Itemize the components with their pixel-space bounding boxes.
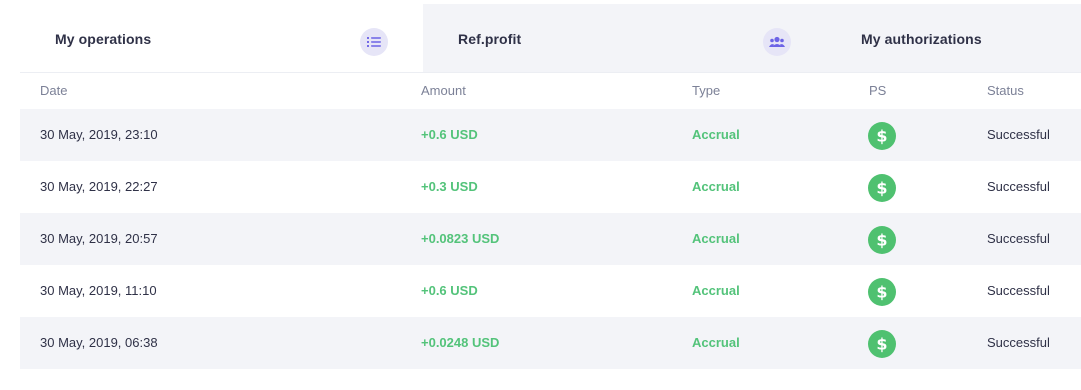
type-cell: Accrual <box>692 127 740 142</box>
tab-bar: My operations Ref.profit My authorizatio… <box>0 0 1081 72</box>
table-row: 30 May, 2019, 20:57 +0.0823 USD Accrual … <box>20 213 1081 265</box>
type-cell: Accrual <box>692 231 740 246</box>
svg-text:$: $ <box>876 283 887 301</box>
table-row: 30 May, 2019, 22:27 +0.3 USD Accrual $ S… <box>20 161 1081 213</box>
list-icon <box>360 28 388 56</box>
svg-text:$: $ <box>876 179 887 197</box>
table-row: 30 May, 2019, 11:10 +0.6 USD Accrual $ S… <box>20 265 1081 317</box>
group-icon <box>763 28 791 56</box>
date-cell: 30 May, 2019, 20:57 <box>40 231 158 246</box>
dollar-icon: $ <box>868 174 896 202</box>
dollar-icon: $ <box>868 278 896 306</box>
amount-cell: +0.6 USD <box>421 127 478 142</box>
column-header-type: Type <box>692 83 721 98</box>
date-cell: 30 May, 2019, 11:10 <box>40 283 157 298</box>
date-cell: 30 May, 2019, 22:27 <box>40 179 158 194</box>
tab-label: My authorizations <box>861 31 982 47</box>
tab-label: Ref.profit <box>458 31 522 47</box>
amount-cell: +0.6 USD <box>421 283 478 298</box>
dollar-icon: $ <box>868 330 896 358</box>
tab-my-authorizations[interactable]: My authorizations <box>802 4 1081 72</box>
svg-text:$: $ <box>876 335 887 353</box>
column-header-status: Status <box>987 83 1024 98</box>
dollar-icon: $ <box>868 122 896 150</box>
type-cell: Accrual <box>692 179 740 194</box>
type-cell: Accrual <box>692 335 740 350</box>
type-cell: Accrual <box>692 283 740 298</box>
tab-my-operations[interactable]: My operations <box>20 4 423 72</box>
svg-text:$: $ <box>876 127 887 145</box>
status-cell: Successful <box>987 179 1050 194</box>
tab-ref-profit[interactable]: Ref.profit <box>423 4 802 72</box>
tab-bar-inactive: Ref.profit My authorizations <box>423 4 1081 72</box>
status-cell: Successful <box>987 335 1050 350</box>
date-cell: 30 May, 2019, 23:10 <box>40 127 158 142</box>
amount-cell: +0.3 USD <box>421 179 478 194</box>
status-cell: Successful <box>987 127 1050 142</box>
table-header: Date Amount Type PS Status <box>20 72 1081 109</box>
amount-cell: +0.0248 USD <box>421 335 500 350</box>
status-cell: Successful <box>987 283 1050 298</box>
amount-cell: +0.0823 USD <box>421 231 500 246</box>
table-row: 30 May, 2019, 23:10 +0.6 USD Accrual $ S… <box>20 109 1081 161</box>
tab-label: My operations <box>55 31 152 47</box>
svg-text:$: $ <box>876 231 887 249</box>
column-header-ps: PS <box>869 83 887 98</box>
status-cell: Successful <box>987 231 1050 246</box>
dollar-icon: $ <box>868 226 896 254</box>
table-row: 30 May, 2019, 06:38 +0.0248 USD Accrual … <box>20 317 1081 369</box>
date-cell: 30 May, 2019, 06:38 <box>40 335 158 350</box>
column-header-amount: Amount <box>421 83 466 98</box>
operations-table: Date Amount Type PS Status 30 May, 2019,… <box>20 72 1081 369</box>
column-header-date: Date <box>40 83 68 98</box>
